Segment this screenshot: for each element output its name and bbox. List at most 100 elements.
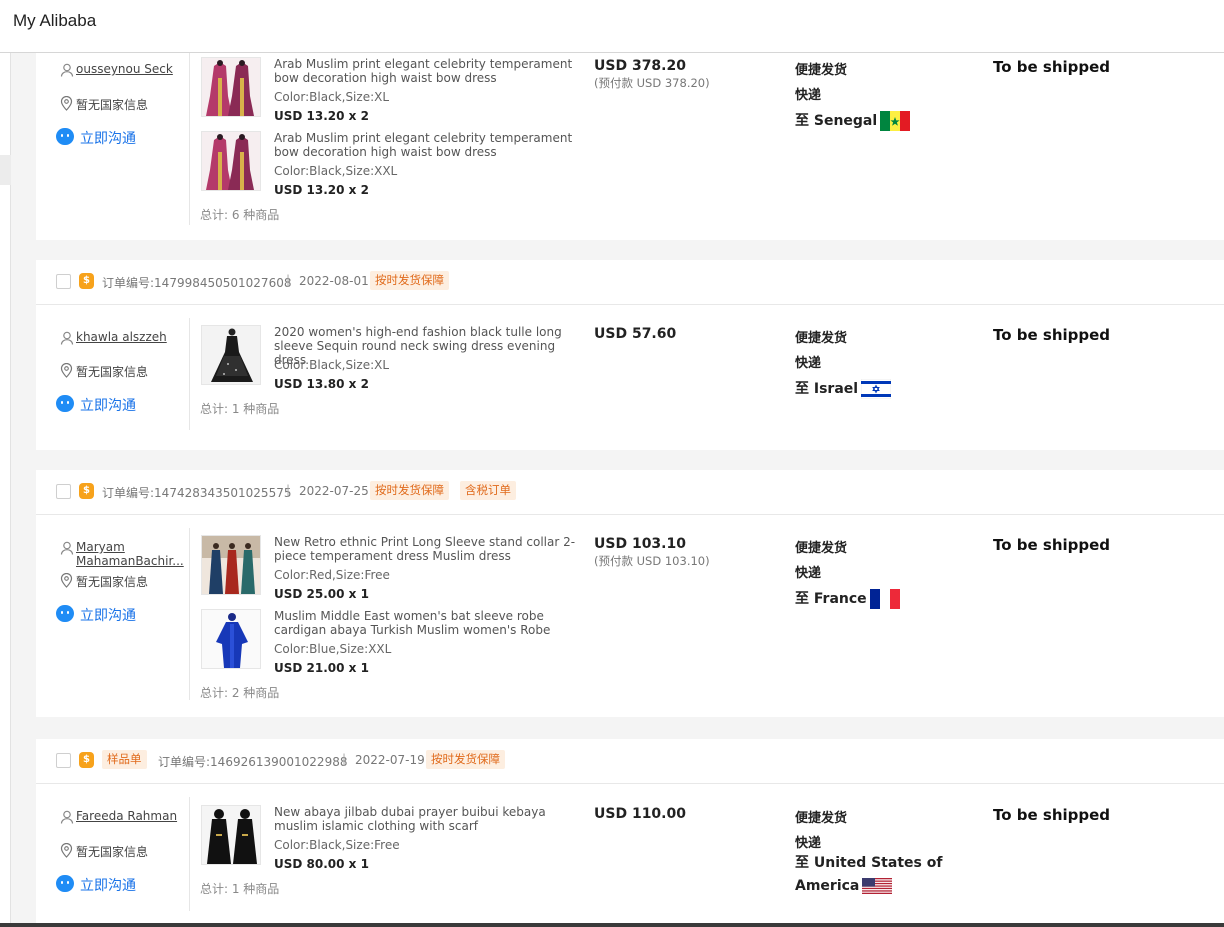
shipping-method: 便捷发货: [795, 331, 848, 346]
order-price: USD 378.20: [594, 58, 686, 74]
order-price: USD 57.60: [594, 326, 677, 342]
trade-assurance-icon: $: [79, 483, 94, 499]
buyer-name[interactable]: khawla alszzeh: [76, 330, 186, 344]
item-count-total: 总计: 6 种商品: [200, 208, 280, 222]
courier-type: 快递: [795, 566, 822, 581]
product-price-qty: USD 21.00 x 1: [274, 661, 369, 675]
product-thumbnail[interactable]: [201, 535, 261, 595]
order-card: $ 样品单 订单编号:146926139001022988 | 2022-07-…: [36, 739, 1224, 923]
product-spec: Color:Black,Size:Free: [274, 838, 400, 852]
product-thumbnail[interactable]: [201, 131, 261, 191]
shipping-method: 便捷发货: [795, 811, 848, 826]
chat-bubble-icon: [56, 875, 74, 892]
country-info-text: 暂无国家信息: [76, 365, 149, 379]
order-number[interactable]: 订单编号:146926139001022988: [158, 753, 347, 770]
order-price: USD 103.10: [594, 536, 686, 552]
product-price-qty: USD 80.00 x 1: [274, 857, 369, 871]
trade-assurance-icon: $: [79, 273, 94, 289]
deposit-amount: (预付款 USD 103.10): [594, 554, 710, 568]
product-thumbnail[interactable]: [201, 325, 261, 385]
on-time-shipping-tag: 按时发货保障: [370, 271, 449, 290]
user-icon: [60, 810, 74, 824]
buyer-name[interactable]: Maryam MahamanBachir...: [76, 540, 186, 568]
order-date: 2022-08-01: [299, 274, 369, 288]
product-thumbnail[interactable]: [201, 805, 261, 865]
france-flag-icon: [869, 589, 900, 609]
order-header: $ 样品单 订单编号:146926139001022988 | 2022-07-…: [36, 739, 1224, 784]
chat-bubble-icon: [56, 128, 74, 145]
destination: 至 Israel: [795, 378, 995, 401]
page-title: My Alibaba: [13, 11, 97, 30]
divider: [189, 528, 190, 700]
order-date: 2022-07-25: [299, 484, 369, 498]
senegal-flag-icon: [880, 111, 911, 131]
order-select-checkbox[interactable]: [56, 484, 71, 499]
country-info-text: 暂无国家信息: [76, 575, 149, 589]
chat-now-label: 立即沟通: [80, 878, 136, 894]
order-card: $ 订单编号:147998450501027608 | 2022-08-01 按…: [36, 260, 1224, 450]
deposit-amount: (预付款 USD 378.20): [594, 76, 710, 90]
shipping-method: 便捷发货: [795, 541, 848, 556]
order-select-checkbox[interactable]: [56, 274, 71, 289]
product-thumbnail[interactable]: [201, 609, 261, 669]
chat-bubble-icon: [56, 605, 74, 622]
location-pin-icon: [60, 96, 73, 111]
israel-flag-icon: [861, 379, 892, 399]
product-spec: Color:Blue,Size:XXL: [274, 642, 392, 656]
order-date: 2022-07-19: [355, 753, 425, 767]
buyer-name[interactable]: ousseynou Seck: [76, 62, 186, 76]
product-price-qty: USD 13.20 x 2: [274, 183, 369, 197]
product-price-qty: USD 13.80 x 2: [274, 377, 369, 391]
chat-now-label: 立即沟通: [80, 131, 136, 147]
item-count-total: 总计: 1 种商品: [200, 882, 280, 896]
product-price-qty: USD 25.00 x 1: [274, 587, 369, 601]
chat-now-label: 立即沟通: [80, 398, 136, 414]
product-title[interactable]: Muslim Middle East women's bat sleeve ro…: [274, 609, 584, 637]
destination: 至 Senegal: [795, 110, 995, 133]
product-title[interactable]: New abaya jilbab dubai prayer buibui keb…: [274, 805, 584, 833]
trade-assurance-icon: $: [79, 752, 94, 768]
destination: 至 France: [795, 588, 995, 611]
courier-type: 快递: [795, 88, 822, 103]
order-price: USD 110.00: [594, 806, 686, 822]
shipping-method: 便捷发货: [795, 63, 848, 78]
user-icon: [60, 331, 74, 345]
location-pin-icon: [60, 363, 73, 378]
usa-flag-icon: [862, 878, 893, 894]
product-title[interactable]: Arab Muslim print elegant celebrity temp…: [274, 131, 584, 159]
product-spec: Color:Black,Size:XL: [274, 90, 390, 104]
location-pin-icon: [60, 843, 73, 858]
order-status: To be shipped: [993, 326, 1111, 344]
separator: |: [342, 752, 347, 766]
buyer-name[interactable]: Fareeda Rahman: [76, 809, 186, 823]
order-number[interactable]: 订单编号:147428343501025575: [102, 484, 291, 501]
chat-bubble-icon: [56, 395, 74, 412]
sample-order-tag: 样品单: [102, 750, 147, 769]
user-icon: [60, 541, 74, 555]
order-select-checkbox[interactable]: [56, 753, 71, 768]
item-count-total: 总计: 2 种商品: [200, 686, 280, 700]
on-time-shipping-tag: 按时发货保障: [370, 481, 449, 500]
courier-type: 快递: [795, 356, 822, 371]
separator: |: [286, 483, 291, 497]
product-spec: Color:Black,Size:XL: [274, 358, 390, 372]
separator: |: [286, 273, 291, 287]
product-title[interactable]: Arab Muslim print elegant celebrity temp…: [274, 57, 584, 85]
order-number[interactable]: 订单编号:147998450501027608: [102, 274, 291, 291]
destination: 至 United States of America: [795, 852, 945, 898]
destination-country: 至 Senegal: [795, 113, 878, 129]
product-thumbnail[interactable]: [201, 57, 261, 117]
divider: [189, 797, 190, 911]
order-card: ousseynou Seck 暂无国家信息 立即沟通 Arab Muslim p…: [36, 53, 1224, 240]
item-count-total: 总计: 1 种商品: [200, 402, 280, 416]
country-info-text: 暂无国家信息: [76, 845, 149, 859]
divider: [189, 318, 190, 430]
country-info-text: 暂无国家信息: [76, 98, 149, 112]
top-bar: My Alibaba: [0, 0, 1224, 53]
on-time-shipping-tag: 按时发货保障: [426, 750, 505, 769]
left-sidebar-edge: [0, 53, 11, 927]
order-header: $ 订单编号:147998450501027608 | 2022-08-01 按…: [36, 260, 1224, 305]
destination-country: 至 Israel: [795, 381, 859, 397]
product-title[interactable]: New Retro ethnic Print Long Sleeve stand…: [274, 535, 584, 563]
order-card: $ 订单编号:147428343501025575 | 2022-07-25 按…: [36, 470, 1224, 717]
